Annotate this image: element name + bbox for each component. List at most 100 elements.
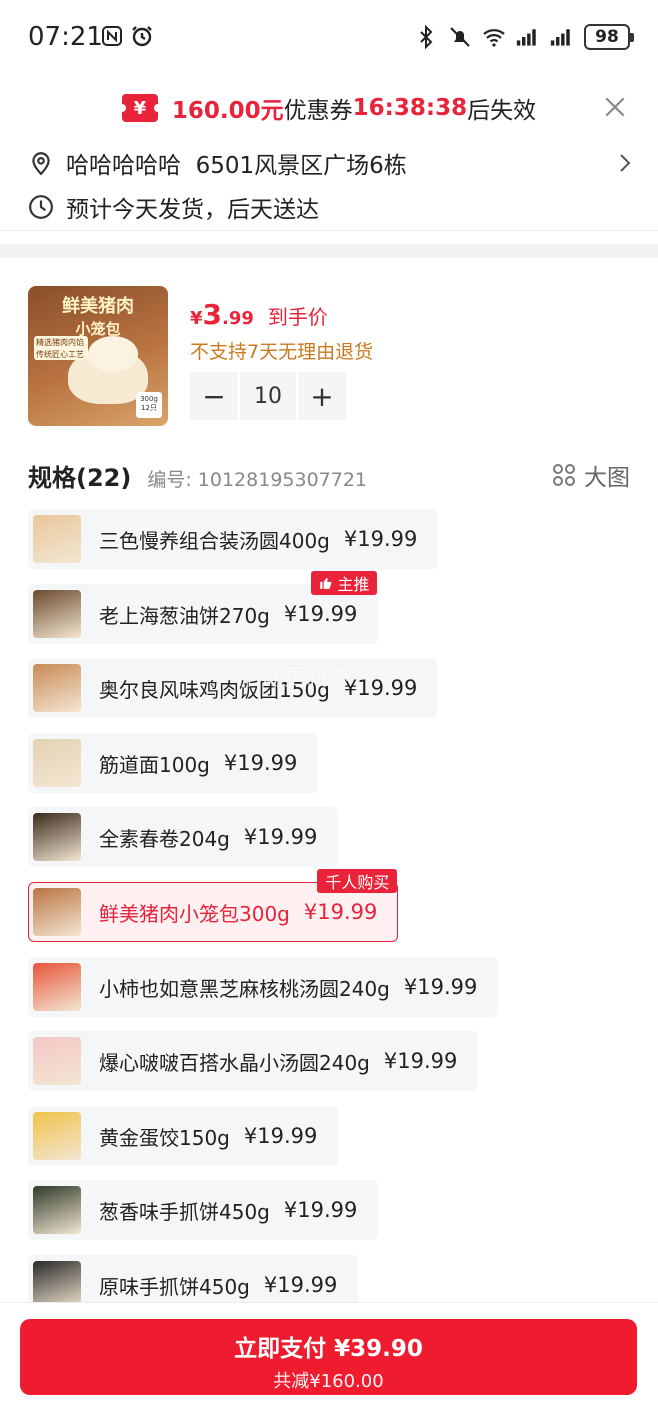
spec-option-name: 三色慢养组合装汤圆400g bbox=[99, 528, 330, 553]
spec-option-name: 葱香味手抓饼450g bbox=[99, 1199, 270, 1224]
product-image-label: 精选猪肉内馅 bbox=[36, 338, 84, 347]
spec-option-price: ¥19.99 bbox=[283, 602, 358, 626]
close-icon[interactable] bbox=[602, 94, 628, 120]
spec-option-name: 老上海葱油饼270g bbox=[99, 603, 270, 628]
spec-title: 规格(22) bbox=[28, 464, 132, 492]
product-image-label: 传统匠心工艺 bbox=[36, 350, 84, 359]
product-image[interactable]: 鲜美猪肉 小笼包 精选猪肉内馅 传统匠心工艺 300g 12只 bbox=[28, 286, 168, 426]
status-time: 07:21 bbox=[28, 22, 103, 52]
no-return-notice: 不支持7天无理由退货 bbox=[190, 341, 374, 363]
thumbs-up-icon bbox=[320, 577, 332, 589]
delivery-row: 预计今天发货，后天送达 bbox=[28, 190, 632, 224]
alarm-icon bbox=[132, 26, 152, 47]
chevron-right-icon[interactable] bbox=[618, 152, 632, 174]
product-price: ¥ 3 .99 到手价 bbox=[190, 298, 328, 331]
spec-option[interactable]: 老上海葱油饼270g ¥19.99 主推 bbox=[28, 571, 379, 644]
coupon-label: 优惠券 bbox=[283, 98, 353, 124]
location-pin-icon bbox=[32, 152, 50, 176]
coupon-suffix: 后失效 bbox=[467, 98, 537, 124]
spec-thumbnail bbox=[33, 1112, 81, 1160]
price-currency: ¥ bbox=[190, 308, 203, 329]
wifi-icon bbox=[483, 29, 505, 47]
big-view-button[interactable]: 大图 bbox=[552, 458, 630, 492]
spec-option-name: 原味手抓饼450g bbox=[99, 1274, 250, 1299]
spec-thumbnail bbox=[33, 515, 81, 563]
spec-option-badge: 千人购买 bbox=[317, 869, 398, 893]
spec-option-name: 筋道面100g bbox=[99, 752, 210, 777]
increase-button[interactable]: + bbox=[298, 372, 346, 420]
spec-option[interactable]: 葱香味手抓饼450g ¥19.99 bbox=[28, 1180, 379, 1240]
spec-option[interactable]: 爆心啵啵百搭水晶小汤圆240g ¥19.99 bbox=[28, 1031, 479, 1091]
spec-thumbnail bbox=[33, 888, 81, 936]
spec-option-badge-text: 主推 bbox=[337, 575, 370, 594]
big-view-label: 大图 bbox=[584, 465, 630, 491]
spec-thumbnail bbox=[33, 664, 81, 712]
spec-option-price: ¥19.99 bbox=[283, 1198, 358, 1222]
coupon-icon: ¥ bbox=[117, 94, 162, 122]
price-integer: 3 bbox=[202, 298, 223, 331]
product-image-labels: 精选猪肉内馅 传统匠心工艺 bbox=[34, 336, 88, 360]
spec-option-price: ¥19.99 bbox=[263, 1273, 338, 1297]
spec-option-price: ¥19.99 bbox=[383, 1049, 458, 1073]
spec-option-name: 爆心啵啵百搭水晶小汤圆240g bbox=[99, 1050, 370, 1075]
spec-thumbnail bbox=[33, 1186, 81, 1234]
pay-now-button[interactable]: 立即支付 ¥39.90 共减¥160.00 bbox=[20, 1319, 637, 1395]
section-divider bbox=[0, 244, 658, 258]
status-right-icons: 98 bbox=[414, 24, 634, 50]
spec-option-name: 鲜美猪肉小笼包300g bbox=[99, 901, 290, 926]
spec-thumbnail bbox=[33, 590, 81, 638]
battery-indicator: 98 bbox=[584, 24, 634, 50]
spec-option-name: 小柿也如意黑芝麻核桃汤圆240g bbox=[99, 976, 390, 1001]
address-text: 哈哈哈哈哈 6501风景区广场6栋 bbox=[66, 153, 407, 179]
signal-icon bbox=[550, 29, 570, 46]
spec-option-name: 黄金蛋饺150g bbox=[99, 1125, 230, 1150]
status-bar: 07:21 98 bbox=[0, 0, 658, 80]
quantity-stepper: − 10 + bbox=[190, 372, 346, 420]
spec-option-price: ¥19.99 bbox=[243, 1124, 318, 1148]
product-image-pack: 300g 12只 bbox=[136, 392, 162, 418]
spec-option-name: 全素春卷204g bbox=[99, 826, 230, 851]
pay-saving: 共减¥160.00 bbox=[273, 1371, 384, 1392]
grid-icon bbox=[553, 464, 575, 486]
nfc-icon bbox=[102, 26, 122, 46]
spec-option[interactable]: 三色慢养组合装汤圆400g ¥19.99 bbox=[28, 509, 439, 569]
coupon-amount: 160.00元 bbox=[171, 98, 284, 124]
spec-number: 编号: 10128195307721 bbox=[147, 469, 368, 491]
spec-option[interactable]: 筋道面100g ¥19.99 bbox=[28, 733, 319, 793]
spec-option[interactable]: 鲜美猪肉小笼包300g ¥19.99 千人购买 bbox=[28, 869, 399, 942]
bottom-bar: 立即支付 ¥39.90 共减¥160.00 bbox=[0, 1302, 658, 1416]
mute-icon bbox=[450, 27, 470, 47]
spec-option-name: 奥尔良风味鸡肉饭团150g bbox=[99, 677, 330, 702]
clock-icon bbox=[29, 195, 53, 219]
coupon-countdown: 16:38:38 bbox=[352, 95, 468, 121]
pay-now-label: 立即支付 ¥39.90 bbox=[234, 1336, 423, 1362]
spec-thumbnail bbox=[33, 813, 81, 861]
spec-option[interactable]: 全素春卷204g ¥19.99 bbox=[28, 807, 339, 867]
product-image-title: 鲜美猪肉 bbox=[62, 296, 134, 317]
spec-option-price: ¥19.99 bbox=[343, 676, 418, 700]
spec-option-price: ¥19.99 bbox=[303, 900, 378, 924]
spec-option-badge: 主推 bbox=[311, 571, 378, 595]
address-row[interactable]: 哈哈哈哈哈 6501风景区广场6栋 bbox=[28, 146, 632, 180]
bluetooth-icon bbox=[420, 25, 433, 49]
status-left-icons bbox=[100, 24, 154, 48]
spec-option-price: ¥19.99 bbox=[223, 751, 298, 775]
spec-option-price: ¥19.99 bbox=[243, 825, 318, 849]
delivery-text: 预计今天发货，后天送达 bbox=[66, 197, 319, 223]
quantity-input[interactable]: 10 bbox=[240, 372, 296, 420]
spec-option-price: ¥19.99 bbox=[343, 527, 418, 551]
bun-illustration bbox=[88, 336, 138, 372]
spec-option[interactable]: 黄金蛋饺150g ¥19.99 bbox=[28, 1106, 339, 1166]
decrease-button[interactable]: − bbox=[190, 372, 238, 420]
spec-thumbnail bbox=[33, 739, 81, 787]
divider bbox=[0, 230, 658, 231]
spec-option[interactable]: 小柿也如意黑芝麻核桃汤圆240g ¥19.99 bbox=[28, 957, 499, 1017]
spec-option-badge-text: 千人购买 bbox=[325, 873, 390, 892]
price-tag: 到手价 bbox=[267, 305, 328, 329]
spec-option[interactable]: 奥尔良风味鸡肉饭团150g ¥19.99 bbox=[28, 658, 439, 718]
signal-icon bbox=[516, 29, 536, 46]
coupon-bar: ¥ 160.00元 优惠券 16:38:38 后失效 bbox=[0, 84, 658, 132]
spec-option-price: ¥19.99 bbox=[403, 975, 478, 999]
price-decimal: .99 bbox=[222, 308, 254, 329]
spec-thumbnail bbox=[33, 963, 81, 1011]
